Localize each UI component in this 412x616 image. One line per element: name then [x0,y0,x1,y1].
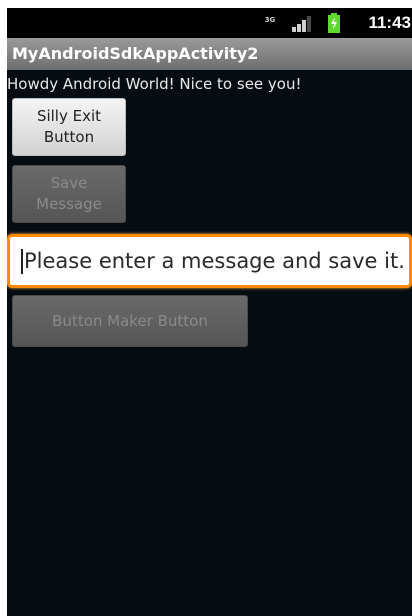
message-input[interactable] [7,234,412,288]
silly-exit-button[interactable]: Silly Exit Button [12,98,126,156]
signal-icon [292,16,311,32]
status-clock: 11:43 [368,13,411,32]
greeting-text: Howdy Android World! Nice to see you! [7,75,302,93]
button-maker-button[interactable]: Button Maker Button [12,295,248,347]
save-message-button[interactable]: Save Message [12,165,126,223]
app-title: MyAndroidSdkAppActivity2 [12,44,259,63]
status-bar: 3G 11:43 [7,8,412,38]
button-maker-button-label: Button Maker Button [52,311,208,330]
silly-exit-button-label: Silly Exit Button [36,107,102,146]
text-cursor [21,249,23,274]
app-title-bar: MyAndroidSdkAppActivity2 [7,38,412,70]
network-type-label: 3G [264,16,276,24]
battery-icon [328,13,340,33]
3g-icon: 3G [262,16,278,32]
phone-screen: 3G 11:43 MyAndroidSdkAppActivity2 Howdy … [7,8,412,616]
save-message-button-label: Save Message [36,174,102,213]
